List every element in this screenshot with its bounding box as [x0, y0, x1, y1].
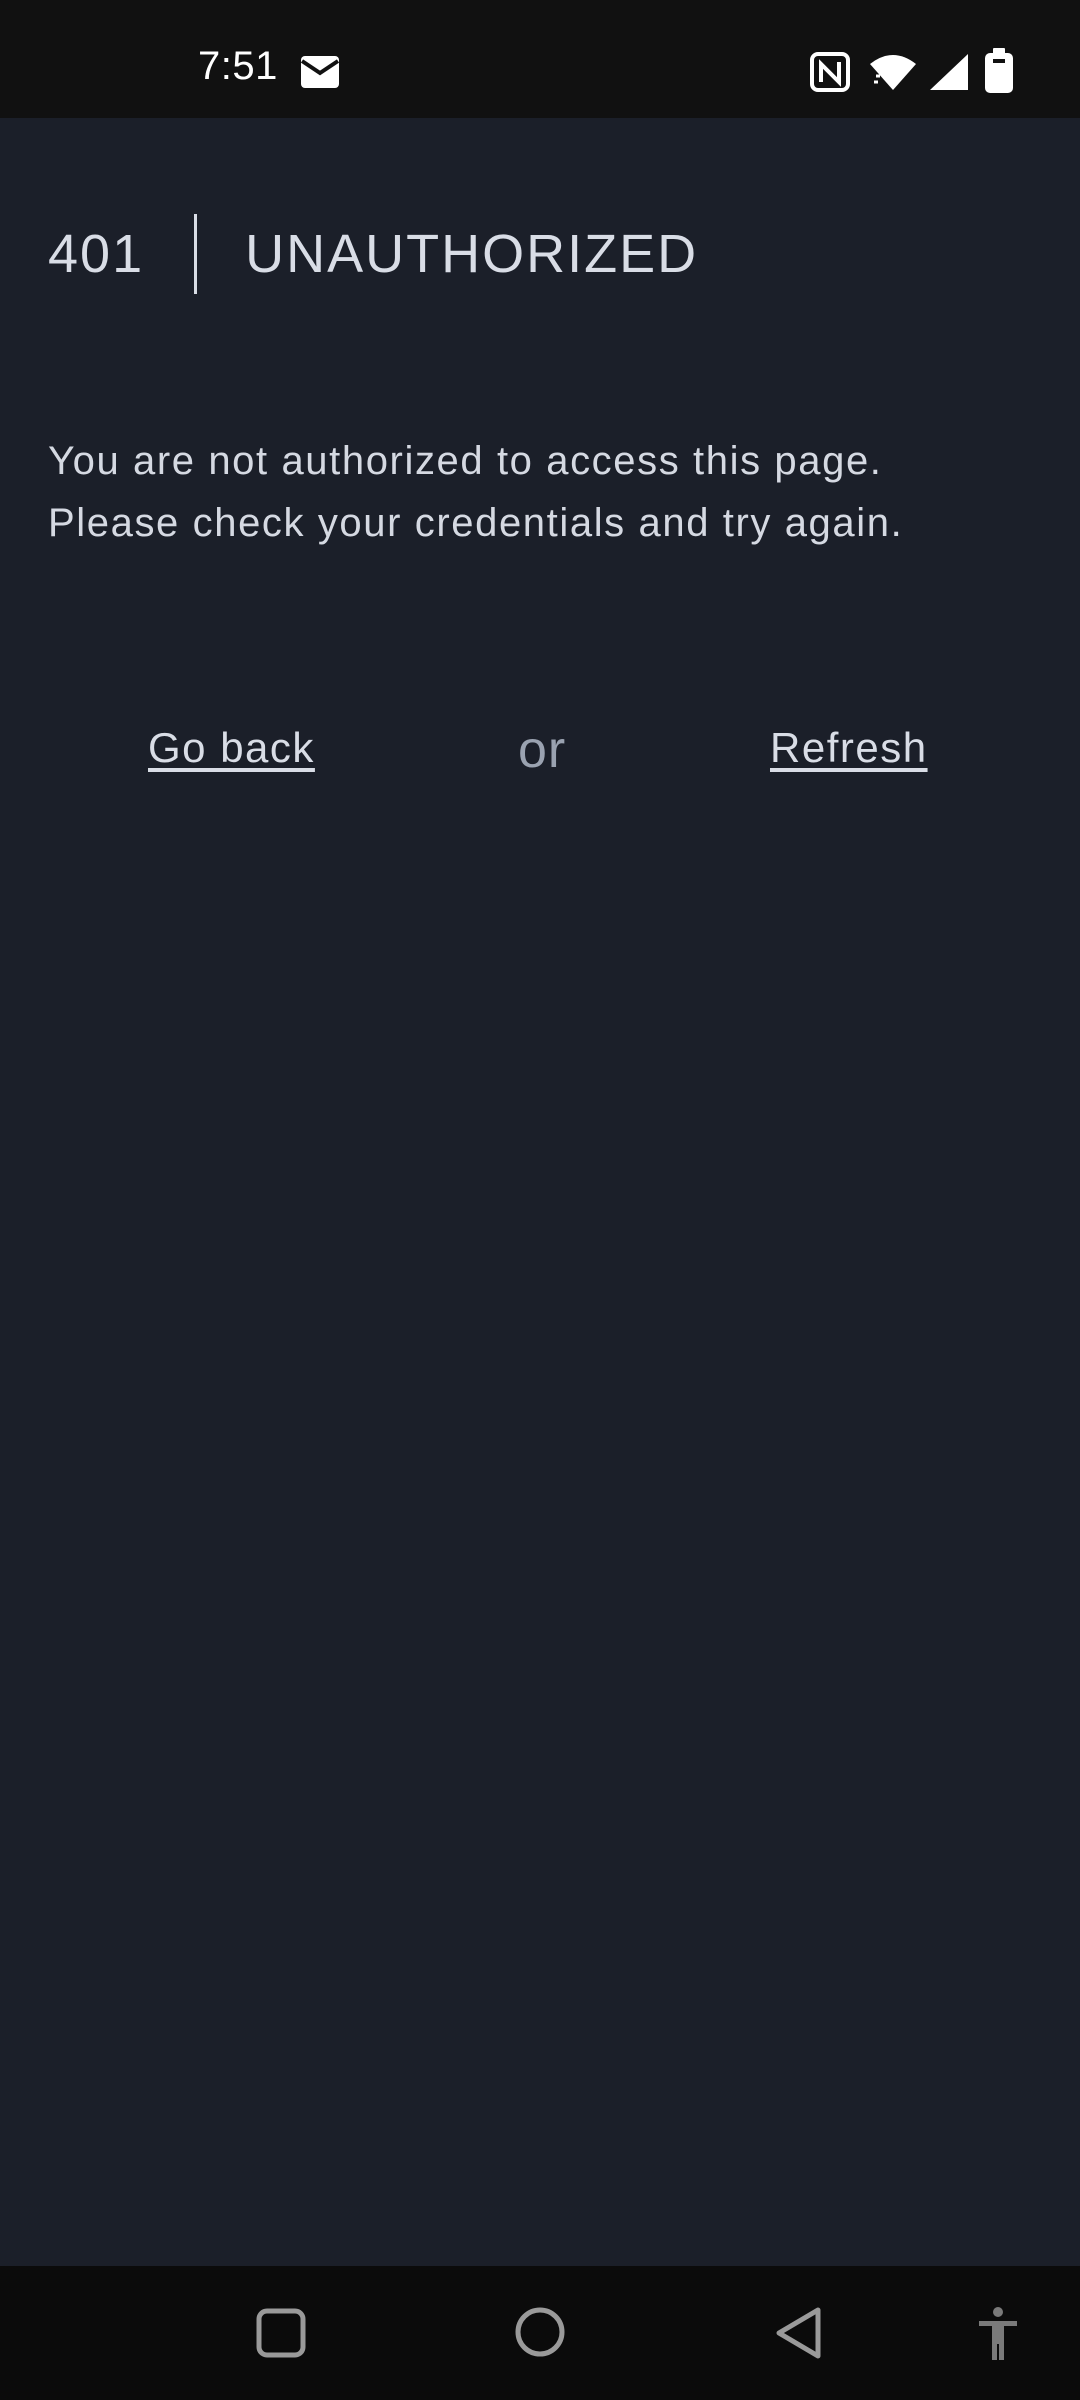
accessibility-icon[interactable]: [976, 2306, 1020, 2362]
error-message-line-2: Please check your credentials and try ag…: [48, 501, 904, 545]
nfc-icon: [810, 52, 850, 92]
error-title: UNAUTHORIZED: [245, 224, 699, 284]
error-header: 401 UNAUTHORIZED: [48, 214, 698, 294]
home-circle-icon[interactable]: [514, 2306, 566, 2358]
wifi-icon: [870, 55, 916, 90]
actions-row: Go back or Refresh: [0, 704, 1080, 804]
status-time: 7:51: [198, 44, 278, 88]
go-back-link[interactable]: Go back: [148, 724, 315, 772]
header-divider: [194, 214, 198, 294]
back-triangle-icon[interactable]: [774, 2306, 824, 2360]
navigation-bar: [0, 2266, 1080, 2400]
error-message: You are not authorized to access this pa…: [48, 430, 1048, 554]
battery-icon: [985, 48, 1013, 93]
error-code: 401: [48, 224, 145, 284]
error-message-line-1: You are not authorized to access this pa…: [48, 439, 883, 483]
or-separator: or: [518, 721, 567, 779]
cell-signal-icon: [930, 54, 968, 90]
status-bar: 7:51: [0, 0, 1080, 118]
recents-square-icon[interactable]: [256, 2308, 306, 2358]
refresh-link[interactable]: Refresh: [770, 724, 928, 772]
error-page: 401 UNAUTHORIZED You are not authorized …: [0, 118, 1080, 2266]
mail-icon: [300, 56, 340, 88]
